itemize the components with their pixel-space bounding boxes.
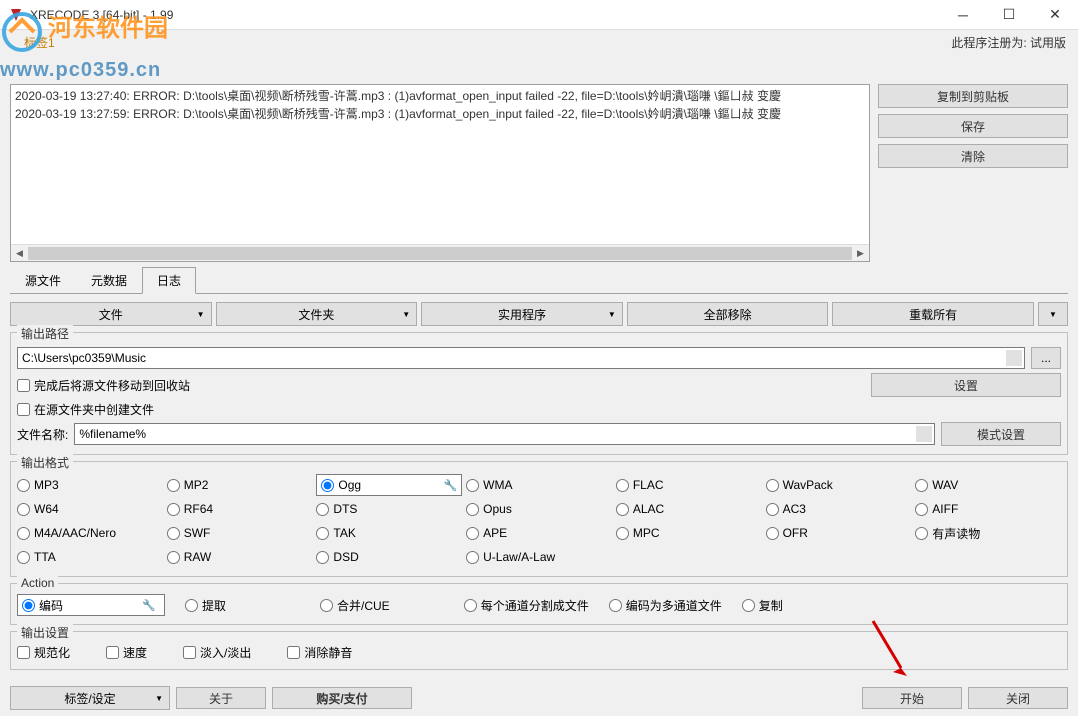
minimize-button[interactable]: ─	[940, 0, 986, 30]
tab-metadata[interactable]: 元数据	[76, 267, 142, 294]
horizontal-scrollbar[interactable]: ◀ ▶	[11, 244, 869, 261]
action-copy-radio[interactable]: 复制	[742, 597, 783, 614]
format-radio-swf[interactable]: SWF	[167, 522, 313, 544]
scroll-right-icon[interactable]: ▶	[852, 245, 869, 262]
close-app-button[interactable]: 关闭	[968, 687, 1068, 709]
format-radio-mpc[interactable]: MPC	[616, 522, 762, 544]
buy-button[interactable]: 购买/支付	[272, 687, 412, 709]
extra-dropdown[interactable]: ▼	[1038, 302, 1068, 326]
chevron-down-icon: ⌄	[1011, 354, 1018, 363]
output-path-input[interactable]: C:\Users\pc0359\Music ⌄	[17, 347, 1025, 369]
format-radio-flac[interactable]: FLAC	[616, 474, 762, 496]
format-radio-opus[interactable]: Opus	[466, 498, 612, 520]
action-encode-radio[interactable]: 编码 🔧	[17, 594, 165, 616]
copy-clipboard-button[interactable]: 复制到剪贴板	[878, 84, 1068, 108]
format-radio-ac3[interactable]: AC3	[766, 498, 912, 520]
remove-all-button[interactable]: 全部移除	[627, 302, 829, 326]
format-radio-m4aaacnero[interactable]: M4A/AAC/Nero	[17, 522, 163, 544]
format-radio-w64[interactable]: W64	[17, 498, 163, 520]
top-tab-label[interactable]: 标签1	[24, 34, 55, 51]
format-radio-[interactable]: 有声读物	[915, 522, 1061, 544]
chevron-down-icon: ▼	[608, 310, 616, 319]
format-radio-ogg[interactable]: Ogg🔧	[316, 474, 462, 496]
wrench-icon[interactable]: 🔧	[443, 479, 457, 492]
tab-log[interactable]: 日志	[142, 267, 196, 294]
tag-settings-dropdown[interactable]: 标签/设定▼	[10, 686, 170, 710]
utilities-dropdown[interactable]: 实用程序▼	[421, 302, 623, 326]
about-button[interactable]: 关于	[176, 687, 266, 709]
format-radio-raw[interactable]: RAW	[167, 546, 313, 568]
tab-source[interactable]: 源文件	[10, 267, 76, 294]
chevron-down-icon: ▼	[197, 310, 205, 319]
format-radio-wma[interactable]: WMA	[466, 474, 612, 496]
browse-button[interactable]: ...	[1031, 347, 1061, 369]
log-line: 2020-03-19 13:27:40: ERROR: D:\tools\桌面\…	[15, 87, 865, 105]
folder-dropdown[interactable]: 文件夹▼	[216, 302, 418, 326]
log-line: 2020-03-19 13:27:59: ERROR: D:\tools\桌面\…	[15, 105, 865, 123]
format-radio-tak[interactable]: TAK	[316, 522, 462, 544]
maximize-button[interactable]: ☐	[986, 0, 1032, 30]
action-multichannel-radio[interactable]: 编码为多通道文件	[609, 597, 722, 614]
pattern-settings-button[interactable]: 模式设置	[941, 422, 1061, 446]
filename-input[interactable]: %filename% ⌄	[74, 423, 935, 445]
format-radio-ape[interactable]: APE	[466, 522, 612, 544]
chevron-down-icon: ⌄	[921, 430, 928, 439]
close-button[interactable]: ✕	[1032, 0, 1078, 30]
action-extract-radio[interactable]: 提取	[185, 597, 226, 614]
filename-label: 文件名称:	[17, 426, 68, 443]
format-radio-ofr[interactable]: OFR	[766, 522, 912, 544]
app-icon	[8, 7, 24, 23]
reset-all-button[interactable]: 重载所有	[832, 302, 1034, 326]
start-button[interactable]: 开始	[862, 687, 962, 709]
scroll-thumb[interactable]	[28, 247, 852, 260]
action-split-radio[interactable]: 每个通道分割成文件	[464, 597, 589, 614]
registration-status: 此程序注册为: 试用版	[951, 34, 1066, 51]
format-radio-wav[interactable]: WAV	[915, 474, 1061, 496]
normalize-checkbox[interactable]: 规范化	[17, 644, 70, 661]
recycle-checkbox[interactable]: 完成后将源文件移动到回收站	[17, 377, 190, 394]
chevron-down-icon: ▼	[155, 694, 163, 703]
silence-checkbox[interactable]: 消除静音	[287, 644, 352, 661]
wrench-icon[interactable]: 🔧	[142, 599, 156, 612]
format-radio-ulawalaw[interactable]: U-Law/A-Law	[466, 546, 612, 568]
action-merge-radio[interactable]: 合并/CUE	[320, 597, 390, 614]
format-radio-wavpack[interactable]: WavPack	[766, 474, 912, 496]
output-settings-button[interactable]: 设置	[871, 373, 1061, 397]
output-settings-label: 输出设置	[17, 624, 73, 641]
output-format-label: 输出格式	[17, 454, 73, 471]
format-radio-alac[interactable]: ALAC	[616, 498, 762, 520]
window-title: XRECODE 3 [64-bit] - 1.99	[30, 8, 173, 22]
output-path-label: 输出路径	[17, 325, 73, 342]
titlebar: XRECODE 3 [64-bit] - 1.99 ─ ☐ ✕	[0, 0, 1078, 30]
format-radio-mp2[interactable]: MP2	[167, 474, 313, 496]
save-log-button[interactable]: 保存	[878, 114, 1068, 138]
file-dropdown[interactable]: 文件▼	[10, 302, 212, 326]
format-radio-tta[interactable]: TTA	[17, 546, 163, 568]
speed-checkbox[interactable]: 速度	[106, 644, 147, 661]
format-radio-aiff[interactable]: AIFF	[915, 498, 1061, 520]
chevron-down-icon: ▼	[402, 310, 410, 319]
clear-log-button[interactable]: 清除	[878, 144, 1068, 168]
action-label: Action	[17, 576, 58, 590]
format-radio-mp3[interactable]: MP3	[17, 474, 163, 496]
format-radio-dsd[interactable]: DSD	[316, 546, 462, 568]
log-textarea[interactable]: 2020-03-19 13:27:40: ERROR: D:\tools\桌面\…	[10, 84, 870, 262]
fade-checkbox[interactable]: 淡入/淡出	[183, 644, 251, 661]
tab-bar: 源文件 元数据 日志	[10, 266, 1068, 294]
in-source-checkbox[interactable]: 在源文件夹中创建文件	[17, 401, 154, 418]
format-radio-dts[interactable]: DTS	[316, 498, 462, 520]
chevron-down-icon: ▼	[1049, 310, 1057, 319]
scroll-left-icon[interactable]: ◀	[11, 245, 28, 262]
format-radio-rf64[interactable]: RF64	[167, 498, 313, 520]
